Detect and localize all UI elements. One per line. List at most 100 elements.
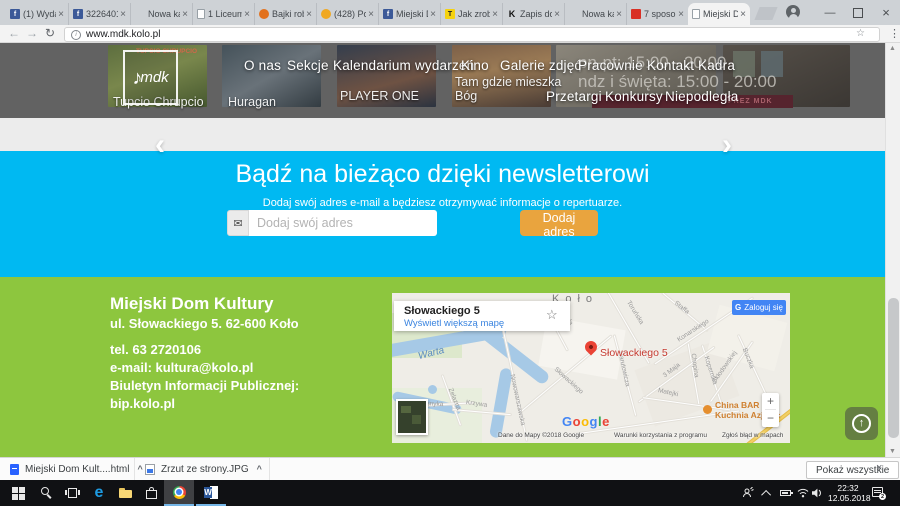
footer-email[interactable]: e-mail: kultura@kolo.pl — [110, 360, 253, 375]
save-star-icon[interactable]: ☆ — [546, 307, 558, 323]
footer-bip-link[interactable]: bip.kolo.pl — [110, 396, 175, 411]
folder-icon — [118, 488, 132, 498]
search-icon — [41, 487, 53, 499]
tab-title: 1 Liceum — [208, 9, 243, 19]
task-view-button[interactable] — [60, 480, 86, 506]
footer-address: ul. Słowackiego 5. 62-600 Koło — [110, 316, 299, 331]
download-menu-caret-icon[interactable]: ^ — [257, 464, 262, 474]
nav-niepodlegla[interactable]: Niepodległa — [665, 89, 739, 104]
download-filename[interactable]: Zrzut ze strony.JPG — [161, 464, 249, 475]
download-filename[interactable]: Miejski Dom Kult....html — [25, 464, 129, 475]
people-icon — [743, 487, 754, 498]
browser-tab[interactable]: T Jak zrob × — [440, 3, 502, 25]
newsletter-email-input[interactable] — [249, 210, 437, 236]
nav-kino[interactable]: Kino — [461, 58, 489, 73]
nav-konkursy[interactable]: Konkursy — [605, 89, 663, 104]
satellite-view-thumbnail[interactable] — [396, 399, 428, 435]
newsletter-submit-button[interactable]: Dodaj adres — [520, 210, 598, 239]
tab-close-icon[interactable]: × — [244, 9, 250, 20]
browser-menu-icon[interactable]: ⋮ — [889, 27, 900, 40]
chrome-taskbar-button[interactable] — [164, 480, 194, 506]
store-button[interactable] — [138, 480, 164, 506]
file-explorer-button[interactable] — [112, 480, 138, 506]
nav-galerie[interactable]: Galerie zdjęć — [500, 58, 581, 73]
download-item[interactable]: Miejski Dom Kult....html ^ — [0, 458, 143, 480]
carousel-prev-icon[interactable]: ‹ — [155, 130, 165, 160]
tray-hidden-icons-button[interactable] — [761, 480, 772, 506]
browser-tab[interactable]: Nowa karta× — [564, 3, 626, 25]
zoom-out-button[interactable]: − — [767, 410, 774, 426]
forward-button[interactable]: → — [26, 26, 38, 40]
tray-clock[interactable]: 22:32 12.05.2018 — [828, 480, 871, 506]
browser-tab[interactable]: Nowa karta× — [130, 3, 192, 25]
action-center-button[interactable]: 2 — [872, 480, 886, 506]
restaurant-poi-icon[interactable] — [703, 405, 712, 414]
carousel-next-icon[interactable]: › — [722, 130, 732, 160]
tray-volume-button[interactable] — [812, 480, 823, 506]
tab-close-icon[interactable]: × — [58, 9, 64, 20]
tab-close-icon[interactable]: × — [368, 9, 374, 20]
browser-tab[interactable]: f (1) Wyda × — [6, 3, 68, 25]
browser-tab[interactable]: fMiejski D× — [378, 3, 440, 25]
tab-close-icon[interactable]: × — [120, 9, 126, 20]
browser-tab[interactable]: f 3226401 × — [68, 3, 130, 25]
window-maximize-button[interactable] — [844, 0, 872, 25]
edge-button[interactable]: e — [86, 480, 112, 506]
back-button[interactable]: ← — [8, 26, 20, 40]
tray-people-button[interactable] — [742, 480, 754, 506]
address-bar[interactable]: i www.mdk.kolo.pl ☆ — [64, 27, 880, 42]
map-larger-map-link[interactable]: Wyświetl większą mapę — [404, 318, 504, 329]
nav-kalendarium[interactable]: Kalendarium wydarzeń — [333, 58, 474, 73]
reload-button[interactable]: ↻ — [45, 26, 55, 40]
browser-tab[interactable]: (428) Po × — [316, 3, 378, 25]
browser-tab[interactable]: 1 Liceum × — [192, 3, 254, 25]
scrollbar-down-icon[interactable]: ▼ — [889, 448, 896, 455]
taskbar-search-button[interactable] — [34, 480, 60, 506]
tab-close-icon[interactable]: × — [182, 9, 188, 20]
url-text[interactable]: www.mdk.kolo.pl — [86, 29, 160, 40]
tab-close-icon[interactable]: × — [306, 9, 312, 20]
word-taskbar-button[interactable]: W — [196, 480, 226, 506]
browser-tab[interactable]: 7 sposo × — [626, 3, 688, 25]
tab-close-icon[interactable]: × — [616, 9, 622, 20]
nav-przetargi[interactable]: Przetargi — [546, 89, 602, 104]
show-all-downloads-button[interactable]: Pokaż wszystkie — [806, 461, 900, 479]
tray-battery-button[interactable] — [780, 480, 793, 506]
profile-avatar-icon[interactable] — [786, 5, 800, 19]
map-login-button[interactable]: G Zaloguj się — [732, 300, 786, 315]
new-tab-button[interactable] — [754, 7, 778, 20]
download-item[interactable]: Zrzut ze strony.JPG ^ — [135, 458, 270, 480]
page-scrollbar[interactable]: ▲ ▼ — [885, 43, 900, 457]
scrollbar-thumb[interactable] — [888, 298, 899, 438]
mdk-logo[interactable]: ♪ mdk — [123, 50, 178, 105]
browser-tab[interactable]: Bajki rob × — [254, 3, 316, 25]
browser-tab-active[interactable]: Miejski D × — [688, 3, 750, 25]
nav-sekcje[interactable]: Sekcje — [287, 58, 329, 73]
nav-kontakt[interactable]: Kontakt — [647, 58, 694, 73]
nav-o-nas[interactable]: O nas — [244, 58, 281, 73]
scrollbar-up-icon[interactable]: ▲ — [889, 45, 896, 52]
footer-phone: tel. 63 2720106 — [110, 342, 202, 357]
google-map[interactable]: Mała Toruńska Staffa Konarskiego Narutow… — [392, 293, 790, 443]
zoom-in-button[interactable]: + — [767, 393, 774, 409]
window-close-button[interactable]: × — [872, 0, 900, 25]
tray-wifi-button[interactable] — [797, 480, 809, 506]
browser-tab[interactable]: K Zapis do × — [502, 3, 564, 25]
map-zoom-control[interactable]: + − — [762, 393, 779, 427]
facebook-favicon-icon: f — [10, 9, 20, 19]
tab-close-icon[interactable]: × — [430, 9, 436, 20]
bookmark-star-icon[interactable]: ☆ — [856, 28, 865, 39]
window-minimize-button[interactable]: — — [816, 0, 844, 25]
start-button[interactable] — [4, 480, 32, 506]
page-info-icon[interactable]: i — [71, 29, 81, 40]
scroll-to-top-button[interactable]: ↑ — [845, 407, 878, 440]
tab-close-icon[interactable]: × — [740, 9, 746, 20]
tab-close-icon[interactable]: × — [554, 9, 560, 20]
nav-kadra[interactable]: Kadra — [698, 58, 735, 73]
tab-close-icon[interactable]: × — [492, 9, 498, 20]
map-terms-link[interactable]: Warunki korzystania z programu — [614, 432, 707, 439]
map-report-error-link[interactable]: Zgłoś błąd w mapach — [722, 432, 783, 439]
tab-close-icon[interactable]: × — [678, 9, 684, 20]
nav-pracownie[interactable]: Pracownie — [578, 58, 643, 73]
downloads-bar-close-icon[interactable]: × — [876, 462, 882, 474]
